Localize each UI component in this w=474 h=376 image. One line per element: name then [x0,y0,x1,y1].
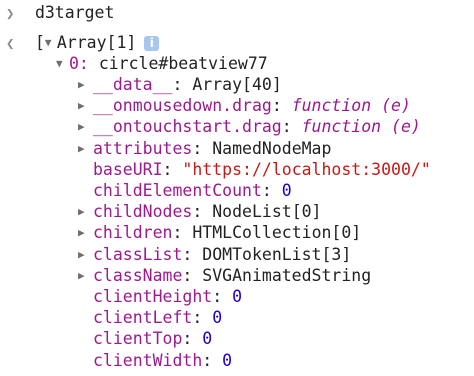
property-value: 0 [212,308,223,328]
property-separator: : [192,308,213,328]
property-separator: : [182,265,203,285]
property-separator: : [281,117,302,137]
property-separator: : [172,223,193,243]
expand-triangle-right-icon[interactable]: ▶ [78,95,93,116]
property-value: "https://localhost:3000/" [182,159,431,179]
property-value: 0 [202,329,213,349]
property-key: clientWidth [93,350,203,370]
property-separator: : [192,138,213,158]
property-separator: : [182,244,203,264]
expand-triangle-right-icon[interactable]: ▶ [78,265,93,286]
property-value: NamedNodeMap [212,138,332,158]
property-key: childNodes [93,202,193,222]
property-separator: : [271,96,292,116]
property-value: function (e) [301,117,421,137]
expand-triangle-down-icon[interactable]: ▼ [45,32,57,53]
array-item-value: circle#beatview77 [98,54,268,73]
array-item-0[interactable]: ▼ 0: circle#beatview77 [56,53,268,74]
property-value: NodeList[0] [212,202,322,222]
chevron-left-icon: ❮ [6,36,15,52]
property-separator: : [162,159,183,179]
property-row[interactable]: ▶ __data__: Array[40] [78,74,282,95]
expand-triangle-right-icon[interactable]: ▶ [78,138,93,159]
property-value: 0 [232,287,243,306]
property-key: attributes [93,138,193,158]
result-open-bracket: [ [34,33,45,52]
property-key: __data__ [93,75,173,94]
property-value: DOMTokenList[3] [202,244,352,264]
property-key: childElementCount [93,181,262,200]
property-row: clientTop: 0 [93,328,212,349]
property-row[interactable]: ▶ className: SVGAnimatedString [78,265,371,286]
property-key: clientTop [93,329,183,349]
property-row[interactable]: ▶ classList: DOMTokenList[3] [78,244,351,265]
property-row[interactable]: ▶ childNodes: NodeList[0] [78,201,322,222]
property-separator: : [261,181,282,200]
array-index-label: 0: [69,54,89,73]
property-value: Array[40] [192,75,282,94]
property-separator: : [202,350,223,370]
property-row: clientWidth: 0 [93,350,232,371]
expand-triangle-right-icon[interactable]: ▶ [78,222,93,243]
property-key: className [93,265,183,285]
property-key: classList [93,244,183,264]
expand-triangle-right-icon[interactable]: ▶ [78,244,93,265]
property-row: childElementCount: 0 [93,180,292,201]
property-row[interactable]: ▶ attributes: NamedNodeMap [78,138,331,159]
console-input-line: ❯ d3target [0,2,114,23]
expand-triangle-down-icon[interactable]: ▼ [56,53,69,74]
property-row: clientLeft: 0 [93,307,222,328]
expand-triangle-right-icon[interactable]: ▶ [78,116,93,137]
result-summary[interactable]: Array[1] [57,33,136,52]
property-value: SVGAnimatedString [202,265,372,285]
expand-triangle-right-icon[interactable]: ▶ [78,201,93,222]
chevron-right-icon: ❯ [6,6,15,22]
property-key: clientHeight [93,287,213,306]
property-key: __onmousedown.drag [93,96,272,116]
property-key: clientLeft [93,308,193,328]
property-separator: : [172,75,193,94]
property-key: children [93,223,173,243]
property-key: __ontouchstart.drag [93,117,282,137]
expand-triangle-right-icon[interactable]: ▶ [78,74,93,95]
info-icon[interactable]: i [144,36,160,51]
console-result-line[interactable]: ❮ [▼ Array[1] i [0,32,160,53]
property-value: function (e) [291,96,411,116]
property-separator: : [212,287,233,306]
property-separator: : [182,329,203,349]
property-separator: : [192,202,213,222]
property-row: clientHeight: 0 [93,286,242,307]
property-key: baseURI [93,159,163,179]
property-row[interactable]: ▶ children: HTMLCollection[0] [78,222,361,243]
property-row[interactable]: ▶ __onmousedown.drag: function (e) [78,95,411,116]
property-value: 0 [222,350,233,370]
property-row: baseURI: "https://localhost:3000/" [93,159,431,180]
console-expression: d3target [34,3,115,22]
property-value: HTMLCollection[0] [192,223,362,243]
property-row[interactable]: ▶ __ontouchstart.drag: function (e) [78,116,421,137]
property-value: 0 [281,181,292,200]
